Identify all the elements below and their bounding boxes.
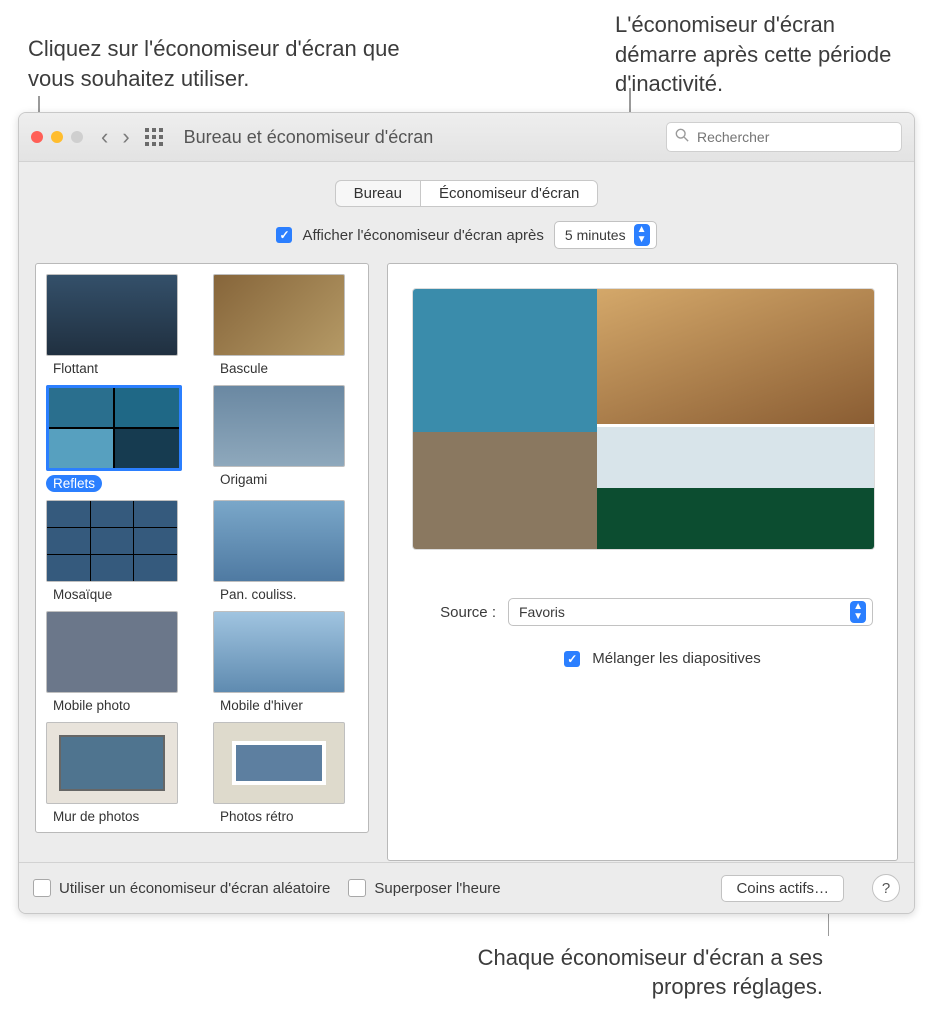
- random-checkbox[interactable]: [33, 879, 51, 897]
- screensaver-name: Mobile d'hiver: [213, 697, 310, 714]
- tab-group: Bureau Économiseur d'écran: [35, 180, 898, 207]
- tab-desktop[interactable]: Bureau: [336, 181, 420, 206]
- back-button[interactable]: ‹: [101, 126, 108, 148]
- screensaver-thumb: [46, 274, 178, 356]
- source-popup[interactable]: Favoris ▲▼: [508, 598, 873, 626]
- screensaver-item[interactable]: Mosaïque: [46, 500, 191, 603]
- screensaver-name: Origami: [213, 471, 274, 488]
- screensaver-item[interactable]: Mur de photos: [46, 722, 191, 825]
- show-after-checkbox[interactable]: ✓: [276, 227, 292, 243]
- forward-button[interactable]: ›: [122, 126, 129, 148]
- footer: Utiliser un économiseur d'écran aléatoir…: [19, 862, 914, 913]
- callout-start-after: L'économiseur d'écran démarre après cett…: [615, 10, 915, 99]
- screensaver-name: Photos rétro: [213, 808, 301, 825]
- screensaver-thumb: [213, 611, 345, 693]
- screensaver-thumb: [46, 722, 178, 804]
- screensaver-thumb: [213, 722, 345, 804]
- screensaver-thumb: [213, 274, 345, 356]
- search-input[interactable]: [695, 128, 893, 146]
- preferences-window: ‹ › Bureau et économiseur d'écran: [18, 112, 915, 914]
- minimize-button[interactable]: [51, 131, 63, 143]
- titlebar: ‹ › Bureau et économiseur d'écran: [19, 113, 914, 162]
- search-icon: [675, 128, 689, 147]
- window-title: Bureau et économiseur d'écran: [184, 127, 434, 148]
- screensaver-item[interactable]: Bascule: [213, 274, 358, 377]
- shuffle-row: ✓ Mélanger les diapositives: [452, 650, 873, 667]
- screensaver-name: Reflets: [46, 475, 102, 492]
- show-after-popup[interactable]: 5 minutes ▲▼: [554, 221, 657, 249]
- screensaver-item[interactable]: Flottant: [46, 274, 191, 377]
- show-after-value: 5 minutes: [565, 227, 626, 243]
- nav-arrows: ‹ ›: [101, 126, 130, 148]
- screensaver-name: Bascule: [213, 360, 275, 377]
- search-field[interactable]: [666, 122, 902, 152]
- show-after-label: Afficher l'économiseur d'écran après: [302, 227, 543, 244]
- window-controls: [31, 131, 83, 143]
- popup-arrows-icon: ▲▼: [634, 224, 650, 246]
- popup-arrows-icon: ▲▼: [850, 601, 866, 623]
- screensaver-thumb: [46, 500, 178, 582]
- callout-click-saver: Cliquez sur l'économiseur d'écran que vo…: [28, 34, 438, 93]
- source-value: Favoris: [519, 604, 565, 620]
- shuffle-label: Mélanger les diapositives: [592, 650, 760, 667]
- help-button[interactable]: ?: [872, 874, 900, 902]
- show-after-row: ✓ Afficher l'économiseur d'écran après 5…: [35, 221, 898, 249]
- screensaver-item[interactable]: Mobile photo: [46, 611, 191, 714]
- screensaver-item[interactable]: Mobile d'hiver: [213, 611, 358, 714]
- screensaver-name: Mosaïque: [46, 586, 119, 603]
- hot-corners-button[interactable]: Coins actifs…: [721, 875, 844, 902]
- screensaver-item[interactable]: Pan. couliss.: [213, 500, 358, 603]
- screensaver-thumb: [46, 611, 178, 693]
- close-button[interactable]: [31, 131, 43, 143]
- tab-screensaver[interactable]: Économiseur d'écran: [420, 181, 597, 206]
- screensaver-name: Pan. couliss.: [213, 586, 304, 603]
- screensaver-thumb: [46, 385, 182, 471]
- show-all-icon[interactable]: [144, 127, 164, 147]
- shuffle-checkbox[interactable]: ✓: [564, 651, 580, 667]
- screensaver-item[interactable]: Photos rétro: [213, 722, 358, 825]
- clock-checkbox[interactable]: [348, 879, 366, 897]
- screensaver-name: Mobile photo: [46, 697, 137, 714]
- source-row: Source : Favoris ▲▼: [412, 598, 873, 626]
- random-label: Utiliser un économiseur d'écran aléatoir…: [59, 880, 330, 897]
- screensaver-preview: [412, 288, 875, 550]
- random-row: Utiliser un économiseur d'écran aléatoir…: [33, 879, 330, 897]
- options-pane: Source : Favoris ▲▼ ✓ Mélanger les diapo…: [387, 263, 898, 861]
- source-label: Source :: [412, 604, 496, 621]
- callout-settings: Chaque économiseur d'écran a ses propres…: [423, 943, 823, 1002]
- screensaver-name: Mur de photos: [46, 808, 146, 825]
- clock-row: Superposer l'heure: [348, 879, 500, 897]
- screensaver-thumb: [213, 500, 345, 582]
- screensaver-item[interactable]: Origami: [213, 385, 358, 492]
- screensaver-item[interactable]: Reflets: [46, 385, 191, 492]
- clock-label: Superposer l'heure: [374, 880, 500, 897]
- screensaver-name: Flottant: [46, 360, 105, 377]
- screensaver-list[interactable]: Flottant Bascule Reflets Origami Mosaïque Pan…: [35, 263, 369, 833]
- screensaver-thumb: [213, 385, 345, 467]
- zoom-button[interactable]: [71, 131, 83, 143]
